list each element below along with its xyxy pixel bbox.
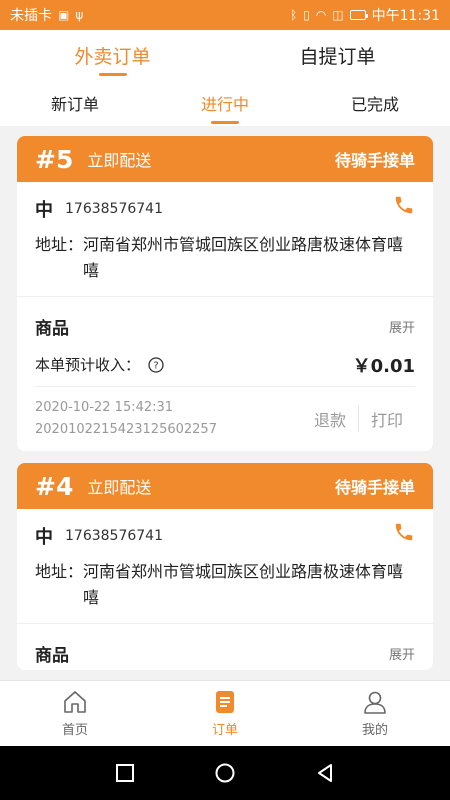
income-label: 本单预计收入： <box>35 356 141 374</box>
bottom-nav: 首页 订单 我的 <box>0 680 450 746</box>
usb-icon: ψ <box>75 8 84 22</box>
order-status: 待骑手接单 <box>334 478 415 497</box>
clock-text: 中午11:31 <box>371 8 440 24</box>
customer-name: 中 <box>35 200 53 221</box>
address-text: 河南省郑州市管城回族区创业路唐极速体育嘻嘻 <box>83 562 404 607</box>
income-row: 本单预计收入： ? ￥0.01 <box>35 343 415 387</box>
status-bar-left: 未插卡 ▣ ψ <box>10 5 83 25</box>
nav-profile-label: 我的 <box>361 723 388 738</box>
home-icon <box>64 691 86 713</box>
expand-goods-button[interactable]: 展开 <box>389 644 415 663</box>
goods-title: 商品 <box>35 318 69 339</box>
signal-icon: ◫ <box>332 8 344 22</box>
tab-new-orders[interactable]: 新订单 <box>0 80 150 126</box>
print-button[interactable]: 打印 <box>359 407 415 431</box>
customer-phone: 17638576741 <box>65 528 163 544</box>
nav-home[interactable]: 首页 <box>0 681 150 746</box>
order-list[interactable]: #5 立即配送 待骑手接单 中 17638576741 地址： 河南省郑州市管城… <box>0 126 450 680</box>
customer-phone: 17638576741 <box>65 201 163 217</box>
order-card[interactable]: #5 立即配送 待骑手接单 中 17638576741 地址： 河南省郑州市管城… <box>17 136 433 451</box>
tab-in-progress[interactable]: 进行中 <box>150 80 300 126</box>
recent-apps-icon[interactable] <box>114 762 136 784</box>
order-meta-text: 2020-10-22 15:42:31 20201022154231256022… <box>35 397 302 441</box>
carrier-text: 未插卡 <box>10 8 52 24</box>
order-number: #4 <box>35 471 74 501</box>
goods-section: 商品 展开 本单预计收入： ? ￥0.01 <box>17 297 433 387</box>
order-card-header: #5 立即配送 待骑手接单 <box>17 136 433 182</box>
address-row: 地址： 河南省郑州市管城回族区创业路唐极速体育嘻嘻 <box>35 559 415 611</box>
vibrate-icon: ▯ <box>303 8 310 22</box>
svg-text:?: ? <box>153 360 158 371</box>
income-label-wrap: 本单预计收入： ? <box>35 354 164 375</box>
goods-header: 商品 展开 <box>35 636 415 670</box>
customer-name: 中 <box>35 527 53 548</box>
customer-row: 中 17638576741 <box>35 196 415 222</box>
goods-header: 商品 展开 <box>35 309 415 343</box>
address-row: 地址： 河南省郑州市管城回族区创业路唐极速体育嘻嘻 <box>35 232 415 284</box>
order-card[interactable]: #4 立即配送 待骑手接单 中 17638576741 地址： 河南省郑州市管城… <box>17 463 433 670</box>
customer-section: 中 17638576741 地址： 河南省郑州市管城回族区创业路唐极速体育嘻嘻 <box>17 509 433 624</box>
address-label: 地址： <box>35 235 84 254</box>
delivery-type: 立即配送 <box>87 478 152 497</box>
phone-icon[interactable] <box>393 521 415 543</box>
expand-goods-button[interactable]: 展开 <box>389 317 415 336</box>
back-icon[interactable] <box>314 762 336 784</box>
order-meta: 2020-10-22 15:42:31 20201022154231256022… <box>17 387 433 451</box>
address-text: 河南省郑州市管城回族区创业路唐极速体育嘻嘻 <box>83 235 404 280</box>
help-icon[interactable]: ? <box>148 356 164 373</box>
customer-row: 中 17638576741 <box>35 523 415 549</box>
order-id: 20201022154231256022​57 <box>35 422 217 437</box>
nav-home-label: 首页 <box>61 723 88 738</box>
customer-section: 中 17638576741 地址： 河南省郑州市管城回族区创业路唐极速体育嘻嘻 <box>17 182 433 297</box>
order-datetime: 2020-10-22 15:42:31 <box>35 400 174 415</box>
nav-orders-label: 订单 <box>211 723 238 738</box>
notification-icon: ▣ <box>58 8 70 22</box>
tab-pickup-orders[interactable]: 自提订单 <box>225 30 450 80</box>
goods-section: 商品 展开 <box>17 624 433 670</box>
order-icon <box>216 691 234 713</box>
home-button-icon[interactable] <box>214 762 236 784</box>
order-status-tabs: 新订单 进行中 已完成 <box>0 80 450 126</box>
tab-delivery-orders[interactable]: 外卖订单 <box>0 30 225 80</box>
delivery-type: 立即配送 <box>87 151 152 170</box>
battery-icon <box>349 10 368 20</box>
system-nav-bar <box>0 746 450 800</box>
nav-orders[interactable]: 订单 <box>150 681 300 746</box>
phone-icon[interactable] <box>393 194 415 216</box>
profile-icon <box>364 691 386 714</box>
status-bar-right: ᛒ ▯ ◠ ◫ 中午11:31 <box>290 5 440 25</box>
goods-title: 商品 <box>35 645 69 666</box>
address-label: 地址： <box>35 562 84 581</box>
wifi-icon: ◠ <box>315 8 327 22</box>
income-amount: ￥0.01 <box>352 355 415 377</box>
bluetooth-icon: ᛒ <box>290 8 298 22</box>
tab-completed[interactable]: 已完成 <box>300 80 450 126</box>
order-status: 待骑手接单 <box>334 151 415 170</box>
order-card-header: #4 立即配送 待骑手接单 <box>17 463 433 509</box>
nav-profile[interactable]: 我的 <box>300 681 450 746</box>
order-type-tabs: 外卖订单 自提订单 <box>0 30 450 80</box>
refund-button[interactable]: 退款 <box>302 407 358 431</box>
status-bar: 未插卡 ▣ ψ ᛒ ▯ ◠ ◫ 中午11:31 <box>0 0 450 30</box>
order-number: #5 <box>35 144 74 174</box>
